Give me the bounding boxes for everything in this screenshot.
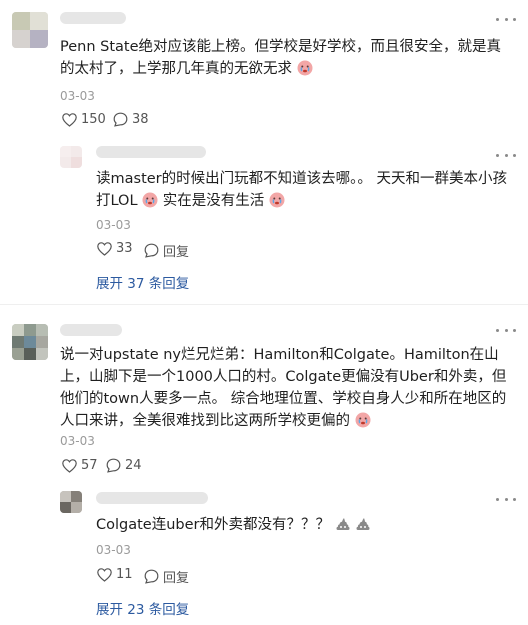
- expand-replies-link[interactable]: 展开 23 条回复: [96, 598, 189, 618]
- reply-avatar[interactable]: [60, 491, 82, 513]
- more-options-icon[interactable]: [496, 327, 516, 333]
- more-options-icon[interactable]: [496, 16, 516, 22]
- reply-button[interactable]: 回复: [144, 241, 189, 260]
- comment-bubble-icon: [144, 569, 159, 584]
- reply-username-redacted[interactable]: [96, 146, 206, 158]
- more-options-icon[interactable]: [496, 496, 516, 502]
- reply-text: Colgate连uber和外卖都没有？？？: [96, 514, 516, 536]
- reply-label: 回复: [163, 571, 190, 586]
- crying-face-emoji: [297, 60, 313, 76]
- reply-count-button[interactable]: 24: [106, 458, 142, 473]
- reply-avatar[interactable]: [60, 146, 82, 168]
- comment-bubble-icon: [113, 112, 128, 127]
- username-redacted[interactable]: [60, 12, 126, 24]
- like-count: 150: [81, 112, 106, 127]
- like-count: 11: [116, 567, 133, 582]
- crying-face-emoji: [355, 412, 371, 428]
- reply-like-button[interactable]: 33: [97, 241, 133, 256]
- like-button[interactable]: 57: [62, 458, 98, 473]
- reply-label: 回复: [163, 245, 190, 260]
- heart-icon: [62, 112, 77, 127]
- reply-text: 读master的时候出门玩都不知道该去哪。。 天天和一群美本小孩打LOL 实在是…: [96, 171, 507, 209]
- expand-replies-link[interactable]: 展开 37 条回复: [96, 272, 189, 292]
- like-count: 33: [116, 241, 133, 256]
- comment-text: 说一对upstate ny烂兄烂弟：Hamilton和Colgate。Hamil…: [60, 347, 507, 429]
- divider: [0, 304, 528, 305]
- reply-count: 38: [132, 112, 149, 127]
- poop-emoji: [356, 518, 370, 530]
- reply-count-button[interactable]: 38: [113, 112, 149, 127]
- reply-button[interactable]: 回复: [144, 567, 189, 586]
- reply-date: 03-03: [96, 218, 131, 232]
- more-options-icon[interactable]: [496, 152, 516, 158]
- reply-like-button[interactable]: 11: [97, 567, 133, 582]
- poop-emoji: [336, 518, 350, 530]
- comment-date: 03-03: [60, 89, 95, 103]
- comment-bubble-icon: [144, 243, 159, 258]
- comment-text: Penn State绝对应该能上榜。但学校是好学校，而且很安全，就是真的太村了，…: [60, 39, 502, 77]
- crying-face-emoji: [142, 192, 158, 208]
- reply-date: 03-03: [96, 543, 131, 557]
- like-button[interactable]: 150: [62, 112, 106, 127]
- heart-icon: [97, 241, 112, 256]
- heart-icon: [62, 458, 77, 473]
- reply-username-redacted[interactable]: [96, 492, 208, 504]
- avatar[interactable]: [12, 324, 48, 360]
- heart-icon: [97, 567, 112, 582]
- comment-bubble-icon: [106, 458, 121, 473]
- avatar[interactable]: [12, 12, 48, 48]
- crying-face-emoji: [269, 192, 285, 208]
- comment-date: 03-03: [60, 434, 95, 448]
- username-redacted[interactable]: [60, 324, 122, 336]
- reply-count: 24: [125, 458, 142, 473]
- like-count: 57: [81, 458, 98, 473]
